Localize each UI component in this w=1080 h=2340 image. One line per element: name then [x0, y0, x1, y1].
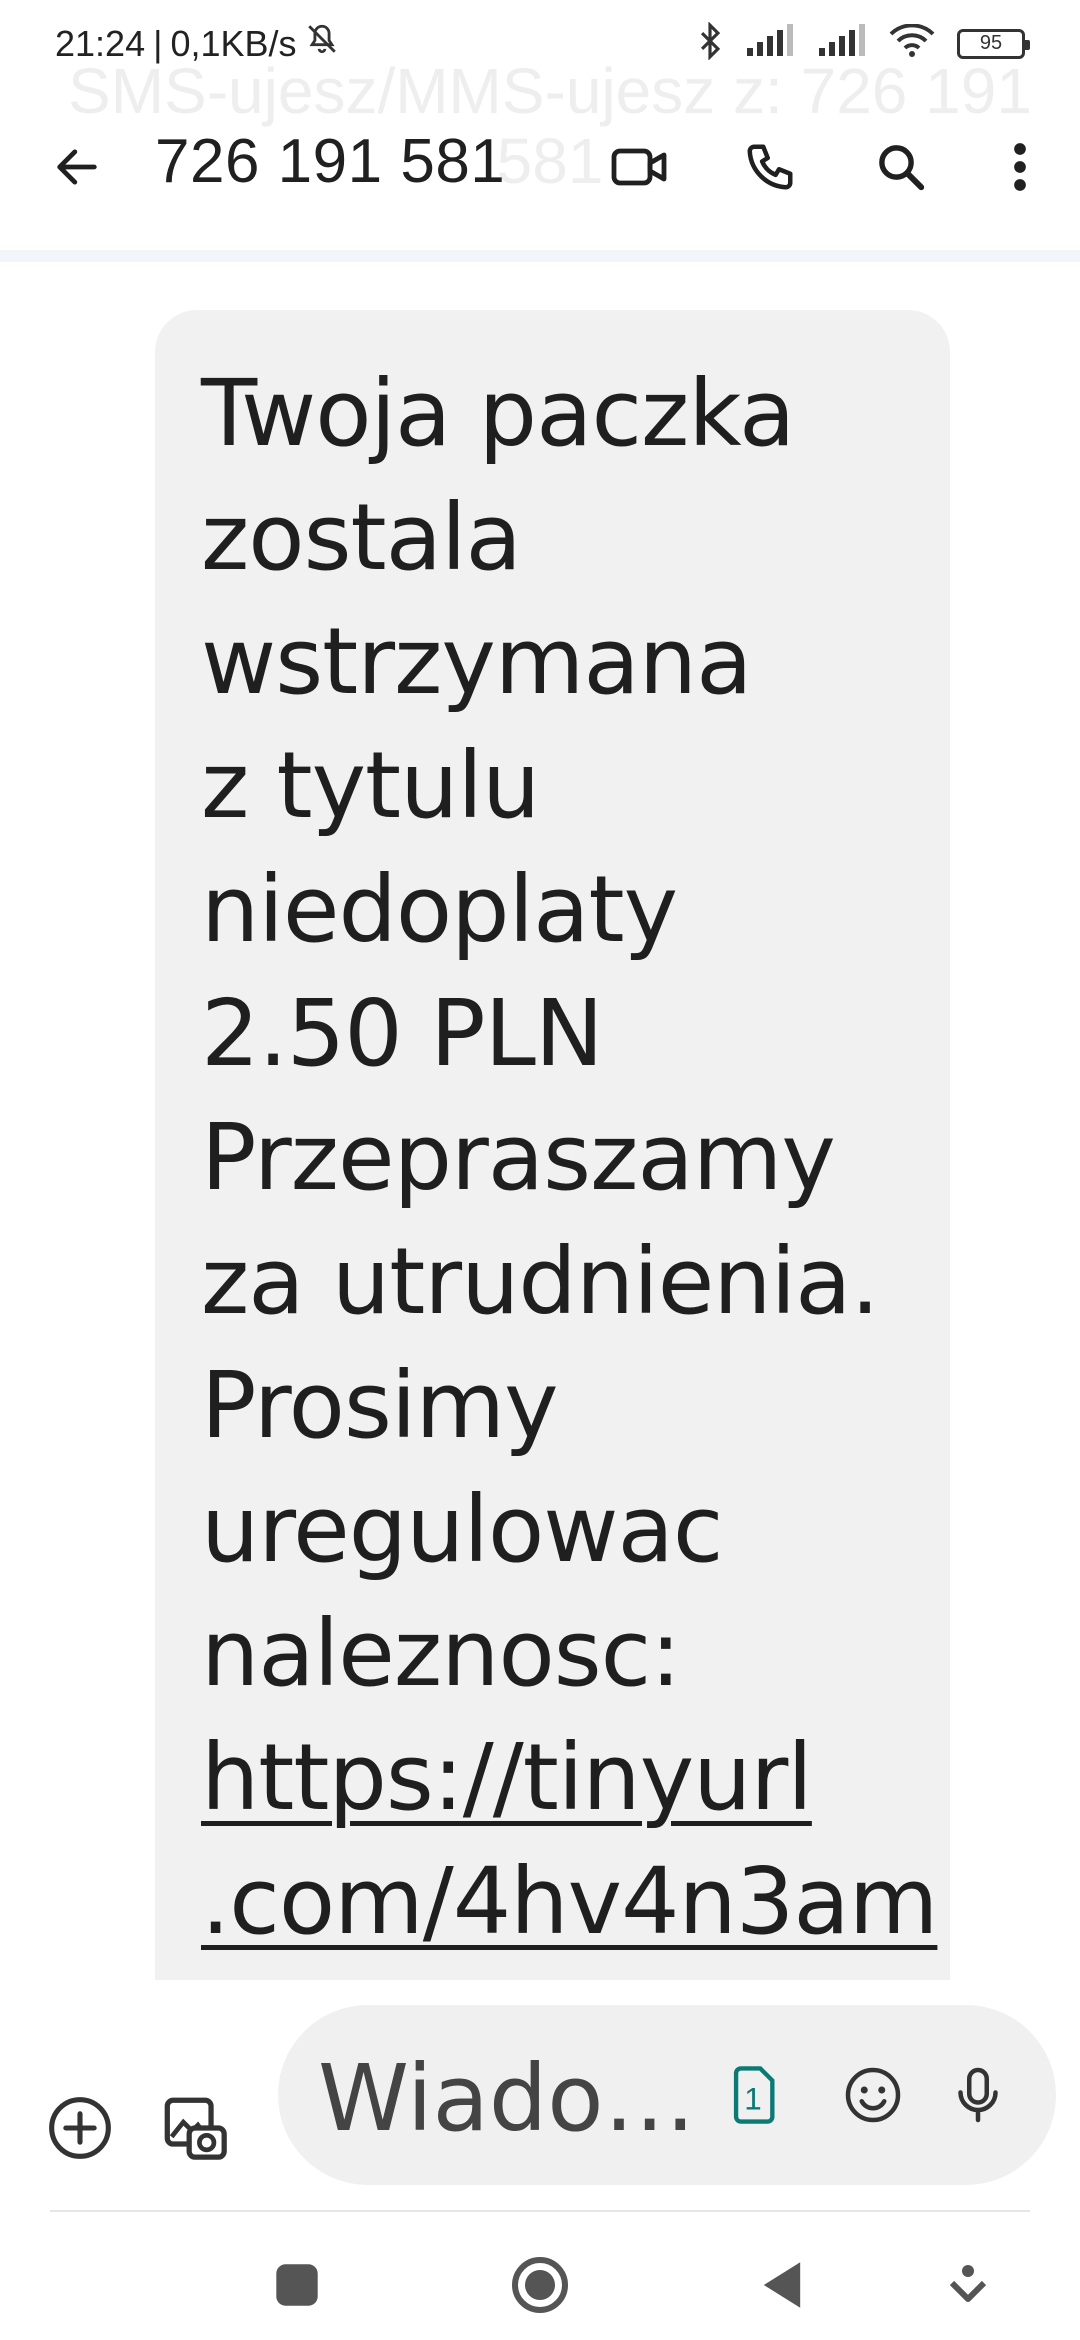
conversation-title: 726 191 581 [155, 127, 506, 196]
status-time: 21:24 [55, 22, 146, 64]
app-bar-divider [0, 250, 1080, 262]
battery-level: 95 [979, 32, 1003, 54]
status-speed: 0,1KB/s [170, 22, 297, 64]
gallery-icon[interactable] [155, 2088, 235, 2168]
nav-divider [50, 2210, 1030, 2212]
add-attachment-icon[interactable] [40, 2088, 120, 2168]
signal-icon [745, 24, 795, 63]
phone-icon[interactable] [735, 132, 805, 202]
message-input[interactable]: Wiado… 1 [278, 2005, 1056, 2185]
back-button-icon[interactable] [742, 2245, 822, 2325]
more-vert-icon[interactable] [985, 132, 1055, 202]
search-icon[interactable] [866, 132, 936, 202]
battery-icon: 95 [957, 28, 1030, 59]
status-right: 95 [697, 21, 1030, 65]
bluetooth-icon [697, 21, 723, 65]
emoji-icon[interactable] [838, 2060, 908, 2130]
mute-icon [305, 22, 339, 65]
home-button-icon[interactable] [500, 2245, 580, 2325]
status-left: 21:24 | 0,1KB/s [55, 22, 339, 65]
message-link[interactable]: https://tinyurl .com/4hv4n3am [201, 1716, 938, 1964]
microphone-icon[interactable] [943, 2060, 1013, 2130]
wifi-icon [889, 23, 935, 63]
status-bar: 21:24 | 0,1KB/s 95 [0, 0, 1080, 96]
message-input-placeholder: Wiado… [318, 2045, 696, 2152]
navigation-bar [0, 2215, 1080, 2340]
back-arrow-icon[interactable] [42, 132, 112, 202]
top-app-bar: 726 191 581 [0, 110, 1080, 250]
signal-icon [817, 24, 867, 63]
message-text: Twoja paczka zostala wstrzymana z tytulu… [201, 360, 880, 1707]
video-call-icon[interactable] [605, 132, 675, 202]
message-bubble[interactable]: Twoja paczka zostala wstrzymana z tytulu… [155, 310, 950, 1980]
nav-expand-icon[interactable] [928, 2245, 1008, 2325]
status-separator: | [153, 22, 163, 64]
sim-selector-icon[interactable]: 1 [718, 2060, 788, 2130]
sim-label: 1 [744, 2082, 761, 2117]
recents-button-icon[interactable] [257, 2245, 337, 2325]
